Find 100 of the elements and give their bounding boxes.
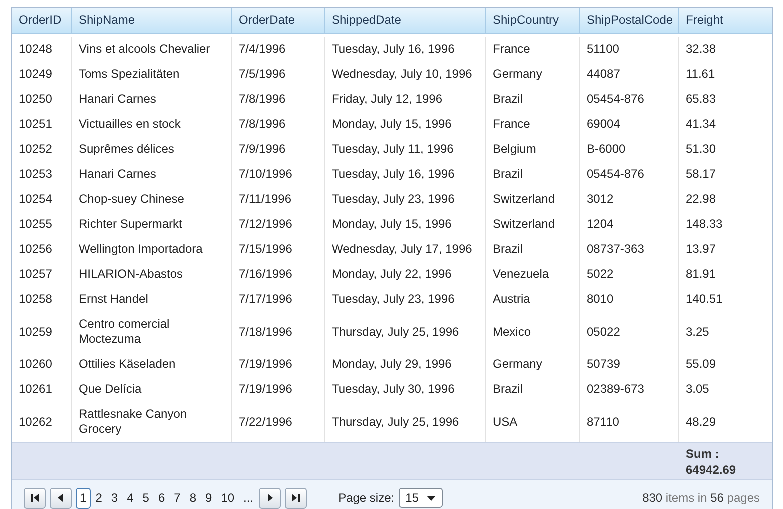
table-cell: Thursday, July 25, 1996 [332, 324, 460, 340]
table-cell: 10258 [19, 292, 52, 307]
table-cell: France [493, 117, 530, 132]
column-header[interactable]: ShipName [72, 8, 232, 33]
last-page-button[interactable] [284, 488, 307, 508]
table-cell: USA [493, 414, 518, 430]
table-cell: Vins et alcools Chevalier [79, 42, 210, 57]
table-cell-text: Rattlesnake Canyon Grocery [79, 407, 188, 437]
table-cell: 7/4/1996 [239, 42, 286, 57]
page-link[interactable]: ... [240, 488, 258, 508]
table-cell: 10251 [19, 117, 52, 132]
table-cell: 41.34 [686, 117, 716, 132]
table-cell: Wednesday, July 10, 1996 [332, 67, 472, 82]
table-cell: 5022 [587, 267, 614, 282]
next-page-button[interactable] [258, 488, 281, 508]
previous-page-button[interactable] [50, 488, 72, 508]
table-cell: 7/8/1996 [239, 92, 286, 107]
table-cell: 02389-673 [587, 382, 644, 397]
table-cell: Monday, July 22, 1996 [332, 267, 452, 282]
table-cell: Suprêmes délices [79, 142, 174, 157]
table-cell: HILARION-Abastos [79, 267, 184, 282]
column-header[interactable]: ShipCountry [486, 8, 580, 33]
table-cell: Belgium [493, 142, 536, 157]
page-link[interactable]: 8 [186, 488, 200, 508]
column-header[interactable]: ShippedDate [325, 8, 486, 33]
caret-icon [426, 496, 436, 500]
page-link[interactable]: 1 [76, 488, 91, 508]
page-link[interactable]: 3 [107, 488, 122, 508]
page-size-dropdown[interactable]: 15 [398, 488, 443, 508]
table-cell: Monday, July 15, 1996 [332, 117, 452, 132]
table-cell: 55.09 [686, 357, 716, 372]
table-cell: 10250 [19, 92, 52, 107]
table-cell: Venezuela [493, 267, 550, 282]
table-cell: 05022 [587, 324, 620, 340]
table-cell: 7/19/1996 [239, 382, 292, 397]
table-cell: Switzerland [493, 217, 556, 232]
table-cell: 05454-876 [587, 167, 644, 182]
table-cell: Tuesday, July 16, 1996 [332, 167, 455, 182]
table-cell: 87110 [587, 414, 620, 430]
table-cell: 7/19/1996 [239, 357, 292, 372]
column-header[interactable]: ShipPostalCode [580, 8, 679, 33]
page-link[interactable]: 10 [217, 488, 239, 508]
table-cell: 10257 [19, 267, 52, 282]
table-cell: Thursday, July 25, 1996 [332, 414, 460, 430]
table-cell: Richter Supermarkt [79, 217, 182, 232]
column-header[interactable]: Freight [679, 8, 772, 33]
table-cell: 32.38 [686, 42, 716, 57]
table-cell: 7/17/1996 [239, 292, 292, 307]
first-page-button[interactable] [24, 488, 46, 508]
table-cell: Ernst Handel [79, 292, 148, 307]
table-cell: 7/18/1996 [239, 324, 292, 340]
table-cell: 7/8/1996 [239, 117, 286, 132]
page-link[interactable]: 4 [123, 488, 138, 508]
table-cell: 10259 [19, 324, 52, 340]
table-cell: France [493, 42, 530, 57]
table-cell: 7/15/1996 [239, 242, 292, 257]
table-cell: 58.17 [686, 167, 716, 182]
table-cell: B-6000 [587, 142, 626, 157]
table-cell: Germany [493, 357, 542, 372]
page-link[interactable]: 6 [154, 488, 170, 508]
table-cell: 50739 [587, 357, 620, 372]
page-link[interactable]: 2 [92, 488, 106, 508]
column-header[interactable]: OrderDate [232, 8, 325, 33]
previous-page-icon [56, 493, 66, 503]
table-cell: 69004 [587, 117, 620, 132]
table-cell: 51100 [587, 42, 620, 57]
table-cell: Mexico [493, 324, 532, 340]
first-page-icon [30, 493, 40, 503]
page-size-label: Page size: [338, 491, 395, 505]
table-cell: Germany [493, 67, 542, 82]
table-cell: Ottilies Käseladen [79, 357, 176, 372]
table-cell: Hanari Carnes [79, 167, 156, 182]
page-link[interactable]: 7 [170, 488, 185, 508]
table-cell: Brazil [493, 382, 524, 397]
page-link[interactable]: 5 [138, 488, 154, 508]
table-cell: 22.98 [686, 192, 716, 207]
table-cell: 13.97 [686, 242, 716, 257]
table-cell: Brazil [493, 167, 524, 182]
table-cell: Monday, July 29, 1996 [332, 357, 452, 372]
sum-label: Sum : 64942.69 [685, 446, 738, 479]
column-header[interactable]: OrderID [12, 8, 72, 33]
table-cell: 3.25 [686, 324, 710, 340]
table-cell: 8010 [587, 292, 614, 307]
table-cell: Victuailles en stock [79, 117, 181, 132]
table-cell: 10261 [19, 382, 52, 397]
last-page-icon [290, 493, 301, 503]
table-cell: 3012 [587, 192, 614, 207]
table-cell: 81.91 [686, 267, 716, 282]
page-link[interactable]: 9 [202, 488, 216, 508]
table-cell: 148.33 [686, 217, 723, 232]
table-cell: 7/22/1996 [239, 414, 292, 430]
table-cell: 10260 [19, 357, 52, 372]
table-cell: 51.30 [686, 142, 716, 157]
table-cell: Toms Spezialitäten [79, 67, 180, 82]
table-cell: 48.29 [686, 414, 716, 430]
table-cell: 7/16/1996 [239, 267, 292, 282]
table-cell: 140.51 [686, 292, 723, 307]
table-cell: 10253 [19, 167, 52, 182]
table-cell: 08737-363 [587, 242, 644, 257]
table-cell-text: Centro comercial Moctezuma [79, 317, 171, 347]
